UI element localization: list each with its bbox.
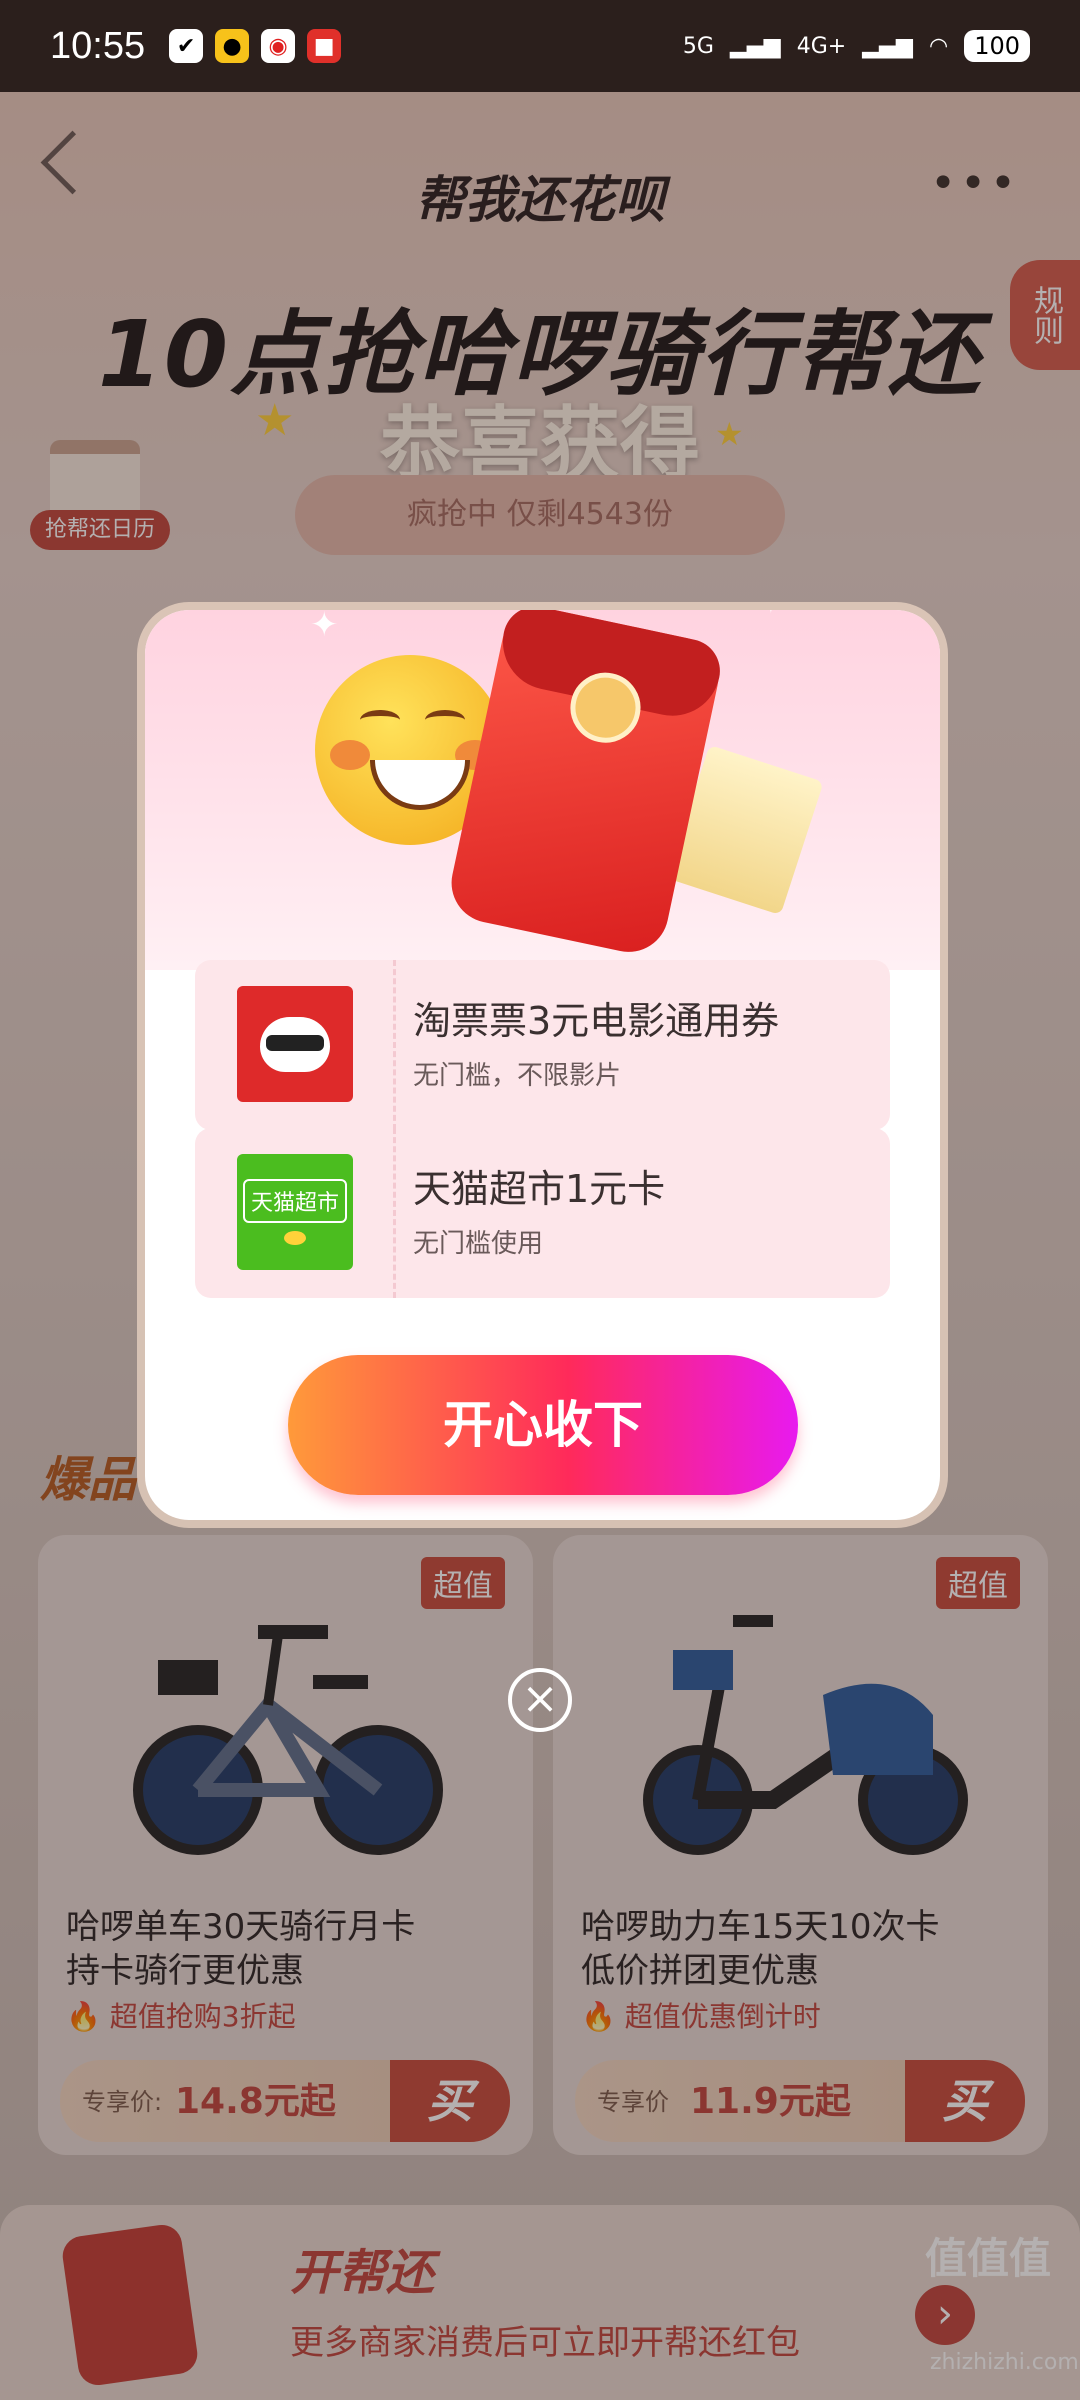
status-right: 5G ▂▄▆ 4G+ ▂▄▆ ◠ 100 <box>683 30 1030 62</box>
reward-modal: ✦ ✦ 淘票票3元电影通用券 无门槛，不限影片 天猫超市 天猫超市1元卡 无门槛… <box>145 610 940 1520</box>
taopiao-glasses <box>266 1034 324 1051</box>
taopiao-face <box>260 1016 330 1072</box>
accept-button[interactable]: 开心收下 <box>288 1355 798 1495</box>
coupon-divider <box>393 1128 396 1298</box>
modal-hero-illustration: ✦ ✦ <box>145 610 940 970</box>
emoji-eye <box>360 710 400 730</box>
tmall-logo-text: 天猫超市 <box>242 1179 347 1223</box>
network-5g-indicator: 5G <box>682 33 714 59</box>
status-time: 10:55 <box>50 24 146 67</box>
tmall-supermarket-icon: 天猫超市 <box>237 1154 353 1270</box>
taopiaopiao-icon <box>237 986 353 1102</box>
clipboard-icon: ✔ <box>169 29 204 63</box>
signal-icon: ▂▄▆ <box>729 33 781 59</box>
app-notification-icon: ■ <box>307 29 342 63</box>
sparkle-icon: ✦ <box>310 610 339 645</box>
sparkle-icon: ✦ <box>760 610 782 620</box>
coupon-title: 天猫超市1元卡 <box>413 1167 666 1211</box>
signal-icon-2: ▂▄▆ <box>862 33 913 59</box>
coupon-item: 天猫超市 天猫超市1元卡 无门槛使用 <box>195 1128 890 1298</box>
coupon-item: 淘票票3元电影通用券 无门槛，不限影片 <box>195 960 890 1130</box>
close-icon[interactable]: × <box>508 1668 572 1732</box>
rabbit-app-icon: ● <box>215 29 250 63</box>
status-bar: 10:55 ✔ ● ◉ ■ 5G ▂▄▆ 4G+ ▂▄▆ ◠ 100 <box>0 0 1080 92</box>
red-envelope-icon <box>444 610 726 960</box>
wifi-icon: ◠ <box>928 33 949 59</box>
coupon-title: 淘票票3元电影通用券 <box>413 999 780 1043</box>
emoji-mouth <box>370 760 470 810</box>
coupon-subtitle: 无门槛，不限影片 <box>413 1061 622 1091</box>
weibo-icon: ◉ <box>261 29 296 63</box>
coupon-divider <box>393 960 396 1130</box>
emoji-cheek <box>330 740 370 770</box>
emoji-eye <box>425 710 465 730</box>
tmall-logo-dot <box>284 1231 306 1245</box>
coupon-subtitle: 无门槛使用 <box>413 1229 544 1259</box>
status-notification-icons: ✔ ● ◉ ■ <box>169 29 342 63</box>
network-4g-indicator: 4G+ <box>796 33 847 59</box>
battery-indicator: 100 <box>964 30 1030 62</box>
